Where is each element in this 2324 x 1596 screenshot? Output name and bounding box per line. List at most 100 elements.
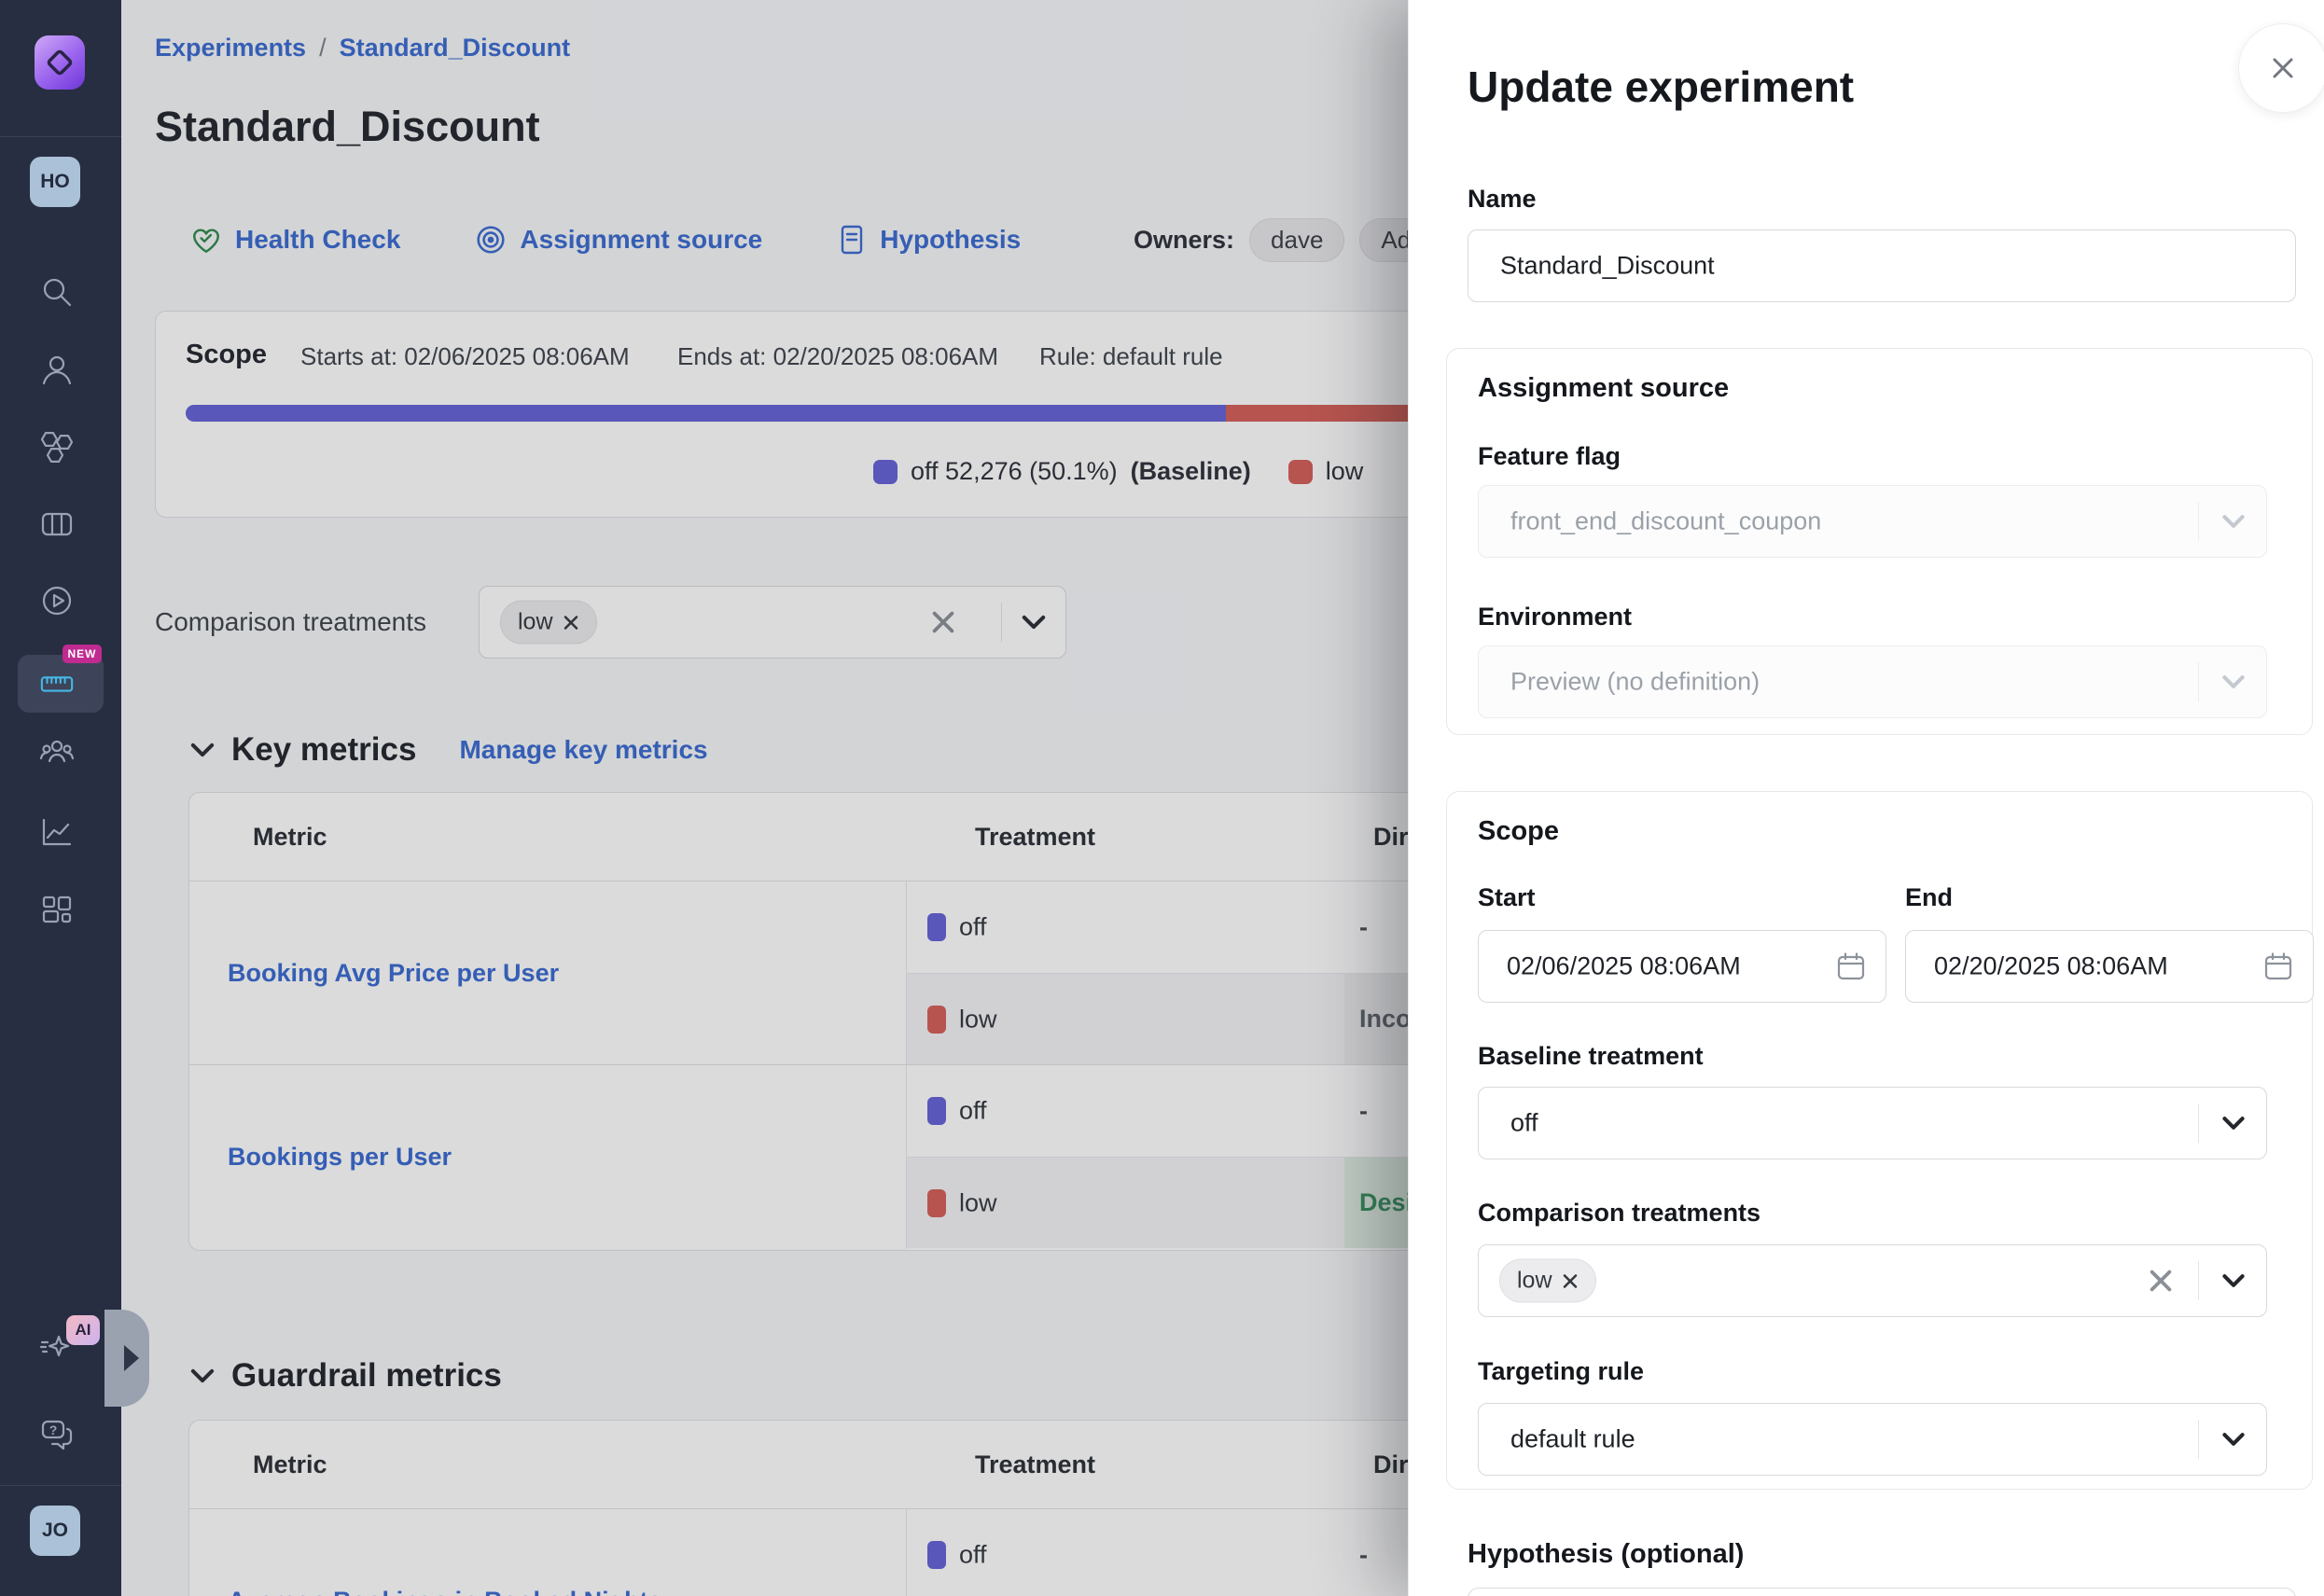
sidebar-item-dashboards[interactable] (39, 892, 75, 927)
document-icon (837, 224, 867, 256)
treatment-chip-low-label: low (518, 609, 553, 636)
chevron-down-icon[interactable] (2221, 1274, 2246, 1288)
sidebar-item-launches[interactable] (39, 583, 75, 618)
treatment-name: off (959, 1097, 987, 1126)
select-divider (1001, 603, 1002, 642)
ai-badge: AI (66, 1315, 100, 1345)
chevron-down-icon[interactable] (1021, 615, 1047, 630)
collapse-chevron-icon[interactable] (190, 1368, 215, 1383)
start-date-value: 02/06/2025 08:06AM (1507, 952, 1741, 981)
breadcrumb-experiments[interactable]: Experiments (155, 34, 306, 62)
feature-flag-select: front_end_discount_coupon (1478, 485, 2267, 558)
search-icon (39, 275, 75, 311)
baseline-treatment-label: Baseline treatment (1478, 1042, 1704, 1071)
clear-selection-icon[interactable] (931, 610, 955, 634)
off-swatch (927, 1097, 946, 1125)
chevron-down-icon[interactable] (2221, 1433, 2246, 1447)
start-date-input[interactable]: 02/06/2025 08:06AM (1478, 930, 1886, 1003)
sidebar-expand-handle[interactable] (104, 1310, 149, 1407)
metric-link-guardrail[interactable]: Average Bookings in Booked Nights (228, 1587, 662, 1596)
off-swatch (873, 460, 898, 484)
app-logo[interactable] (35, 35, 85, 90)
logo-diamond-icon (39, 42, 80, 83)
heart-check-icon (190, 224, 222, 256)
sidebar-item-metrics-active[interactable] (39, 666, 75, 701)
target-icon (475, 224, 507, 256)
metric-cell: Average Bookings in Booked Nights (189, 1509, 906, 1596)
breadcrumb-current[interactable]: Standard_Discount (340, 34, 571, 62)
page-nav-links: Health Check Assignment source Hypothesi… (190, 220, 1021, 259)
legend-low-label: low (1326, 457, 1364, 486)
metric-cell: Bookings per User (189, 1065, 906, 1249)
manage-key-metrics-link[interactable]: Manage key metrics (459, 735, 707, 765)
guardrail-metrics-header: Guardrail metrics (190, 1357, 502, 1395)
select-divider (2198, 1420, 2199, 1459)
drawer-scope-card: Scope Start End 02/06/2025 08:06AM 02/20… (1446, 791, 2313, 1490)
health-check-link[interactable]: Health Check (190, 224, 400, 256)
treatment-name: low (959, 1188, 997, 1217)
environment-select: Preview (no definition) (1478, 645, 2267, 718)
comparison-treatments-label: Comparison treatments (155, 586, 426, 659)
health-check-label: Health Check (235, 225, 400, 255)
environment-value: Preview (no definition) (1510, 668, 1760, 697)
assignment-source-link[interactable]: Assignment source (475, 224, 762, 256)
sidebar-item-search[interactable] (39, 275, 75, 311)
legend-item-low: low (1288, 457, 1364, 486)
divider (0, 1485, 121, 1486)
targeting-rule-label: Targeting rule (1478, 1357, 1644, 1386)
new-badge: NEW (63, 645, 102, 663)
end-label: End (1905, 883, 1953, 912)
sidebar-item-insights[interactable] (39, 814, 75, 850)
help-chat-icon: ? (39, 1416, 75, 1451)
breadcrumb-separator: / (319, 34, 327, 62)
metric-cell: Booking Avg Price per User (189, 881, 906, 1064)
sidebar-item-feature-flags[interactable] (39, 429, 75, 465)
close-button[interactable] (2238, 23, 2324, 113)
clear-selection-icon[interactable] (2149, 1269, 2173, 1293)
person-icon (39, 353, 75, 388)
chip-remove-icon[interactable] (1562, 1272, 1579, 1289)
allocation-legend: off 52,276 (50.1%) (Baseline) low (873, 457, 1363, 486)
chevron-down-icon[interactable] (2221, 1117, 2246, 1131)
line-chart-icon (39, 814, 75, 850)
drawer-comparison-select[interactable]: low (1478, 1244, 2267, 1317)
metric-link-booking-avg-price[interactable]: Booking Avg Price per User (228, 959, 559, 988)
comparison-treatments-select[interactable]: low (479, 586, 1066, 659)
off-swatch (927, 913, 946, 941)
chip-remove-icon[interactable] (563, 614, 579, 631)
targeting-rule-select[interactable]: default rule (1478, 1403, 2267, 1476)
calendar-icon[interactable] (1835, 951, 1867, 982)
drawer-title: Update experiment (1468, 62, 1854, 112)
treatment-chip-low[interactable]: low (1499, 1259, 1596, 1303)
avatar-ho[interactable]: HO (30, 157, 80, 207)
owners-label: Owners: (1134, 226, 1234, 255)
sidebar-item-help[interactable]: ? (39, 1416, 75, 1451)
avatar-jo[interactable]: JO (30, 1506, 80, 1556)
assignment-source-card: Assignment source Feature flag front_end… (1446, 348, 2313, 735)
targeting-rule-value: default rule (1510, 1425, 1635, 1454)
metric-link-bookings-per-user[interactable]: Bookings per User (228, 1143, 452, 1172)
end-date-input[interactable]: 02/20/2025 08:06AM (1905, 930, 2314, 1003)
scope-rule: Rule: default rule (1039, 342, 1223, 371)
update-experiment-drawer: Update experiment Name Standard_Discount… (1408, 0, 2324, 1596)
treatment-name: off (959, 1541, 987, 1570)
drawer-comparison-label: Comparison treatments (1478, 1199, 1760, 1228)
drawer-scope-title: Scope (1478, 816, 1559, 847)
hypothesis-link[interactable]: Hypothesis (837, 224, 1021, 256)
sidebar-item-audiences[interactable] (39, 737, 75, 772)
treatment-chip-low[interactable]: low (500, 601, 597, 645)
sidebar-item-layouts[interactable] (39, 507, 75, 542)
assignment-source-title: Assignment source (1478, 373, 1729, 404)
baseline-treatment-select[interactable]: off (1478, 1087, 2267, 1159)
calendar-icon[interactable] (2262, 951, 2294, 982)
people-group-icon (39, 737, 75, 772)
columns-icon (39, 507, 75, 542)
svg-text:?: ? (49, 1423, 58, 1437)
owner-chip-dave: dave (1249, 218, 1344, 262)
collapse-chevron-icon[interactable] (190, 742, 215, 757)
name-input[interactable]: Standard_Discount (1468, 229, 2296, 302)
sidebar-item-profile[interactable] (39, 353, 75, 388)
hypothesis-label: Hypothesis (880, 225, 1021, 255)
hypothesis-textarea[interactable] (1468, 1588, 2296, 1596)
chevron-right-icon (124, 1345, 139, 1371)
